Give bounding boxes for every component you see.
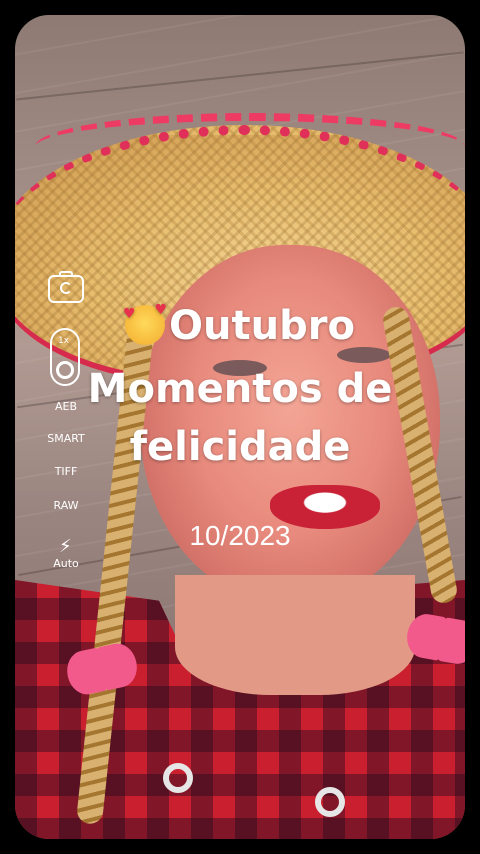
date-label: 10/2023: [189, 520, 291, 551]
shirt-eyelet: [163, 763, 193, 793]
flash-mode-label[interactable]: Auto: [36, 557, 96, 570]
smiling-face-with-hearts-icon: ♥ ♥: [123, 303, 167, 345]
raw-button[interactable]: RAW: [36, 499, 96, 512]
floor-line: [16, 51, 464, 101]
neck: [175, 575, 415, 695]
shirt-eyelet: [315, 787, 345, 817]
camera-switch-icon[interactable]: [48, 271, 84, 303]
title-line-1: ♥ ♥ Outubro: [15, 303, 465, 349]
title-text-1: Outubro: [169, 303, 355, 349]
title-line-2: Momentos de: [87, 366, 393, 412]
title-line-3: felicidade: [129, 424, 351, 470]
right-eye: [337, 347, 391, 363]
